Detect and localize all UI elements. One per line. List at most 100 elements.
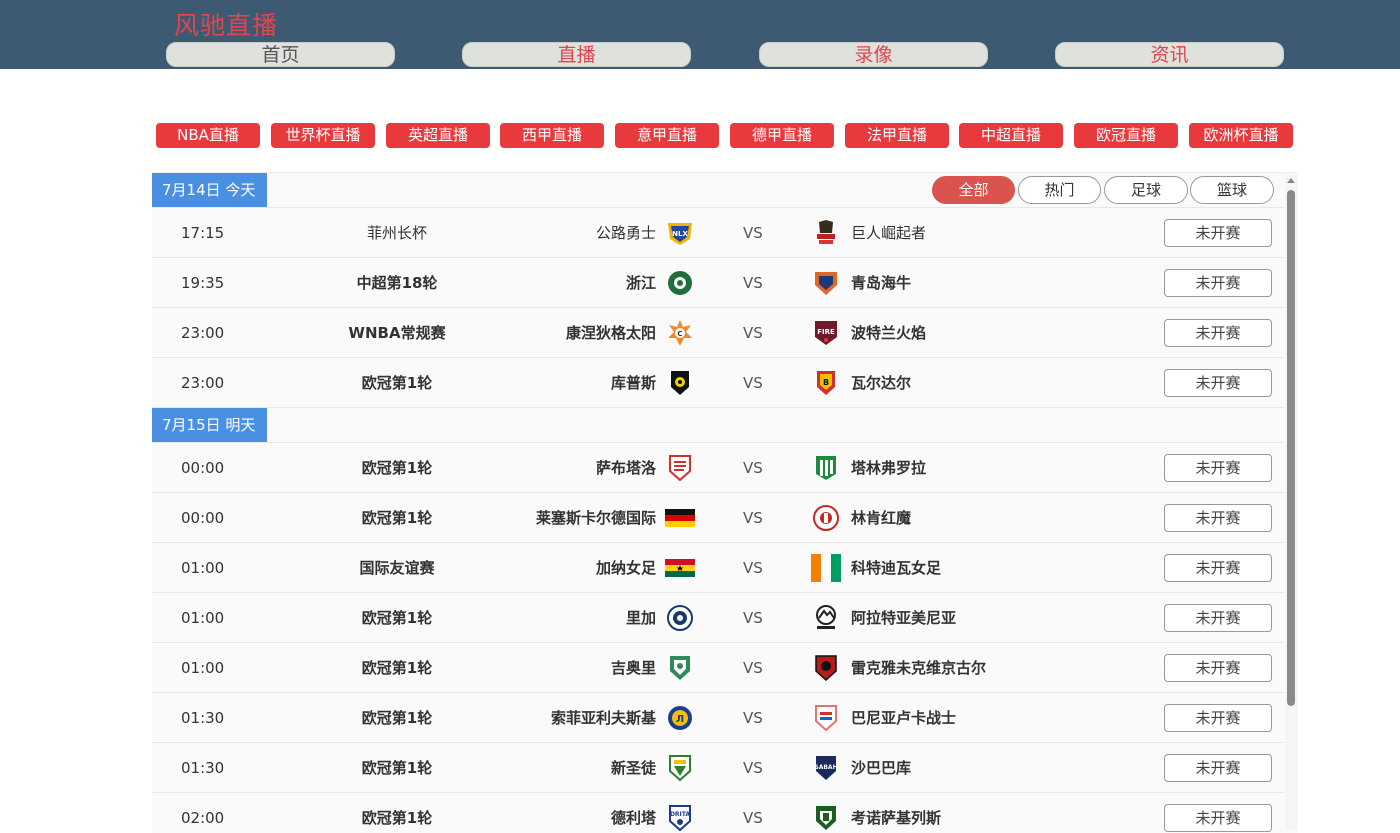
match-league: 中超第18轮	[356, 274, 438, 292]
nav-news[interactable]: 资讯	[1055, 42, 1284, 67]
vs-label: VS	[743, 759, 763, 777]
match-league: 欧冠第1轮	[361, 659, 433, 677]
match-row[interactable]: 23:00 欧冠第1轮 库普斯 VS B 瓦尔达尔 未开赛	[152, 358, 1284, 408]
drita-logo-icon: DRITA	[665, 804, 695, 832]
match-status-button[interactable]: 未开赛	[1164, 654, 1272, 682]
filter-hot[interactable]: 热门	[1018, 176, 1101, 204]
match-row[interactable]: 00:00 欧冠第1轮 莱塞斯卡尔德国际 VS 林肯红魔 未开赛	[152, 493, 1284, 543]
levski-sofia-logo-icon: Л	[665, 704, 695, 732]
nav-live[interactable]: 直播	[462, 42, 691, 67]
away-team: 青岛海牛	[851, 274, 912, 292]
match-row[interactable]: 01:00 欧冠第1轮 吉奥里 VS 雷克雅未克维京古尔 未开赛	[152, 643, 1284, 693]
match-status-button[interactable]: 未开赛	[1164, 319, 1272, 347]
svg-text:Л: Л	[676, 714, 684, 725]
home-team: 索菲亚利夫斯基	[550, 709, 656, 727]
zalgiris-logo-icon	[811, 804, 841, 832]
match-league: 菲州长杯	[366, 224, 427, 242]
match-row[interactable]: 00:00 欧冠第1轮 萨布塔洛 VS 塔林弗罗拉 未开赛	[152, 443, 1284, 493]
gyori-logo-icon	[665, 654, 695, 682]
connecticut-sun-logo-icon: C	[665, 319, 695, 347]
match-time: 01:00	[181, 659, 225, 677]
scrollbar-thumb[interactable]	[1287, 190, 1295, 706]
schedule-scrollbar[interactable]	[1285, 174, 1297, 830]
match-time: 01:00	[181, 559, 225, 577]
home-team: 吉奥里	[610, 659, 656, 677]
match-status-button[interactable]: 未开赛	[1164, 454, 1272, 482]
flora-tallinn-logo-icon	[811, 454, 841, 482]
match-row[interactable]: 17:15 菲州长杯 公路勇士 NLX VS 巨人崛起者 未开赛	[152, 208, 1284, 258]
match-league: 欧冠第1轮	[361, 709, 433, 727]
away-team: 考诺萨基列斯	[851, 809, 942, 827]
ivory-coast-flag-icon	[811, 554, 841, 582]
category-nba[interactable]: NBA直播	[156, 123, 260, 148]
match-league: 欧冠第1轮	[361, 609, 433, 627]
home-team: 库普斯	[610, 374, 656, 392]
svg-text:C: C	[677, 330, 682, 338]
match-league: 欧冠第1轮	[361, 459, 433, 477]
match-row[interactable]: 01:00 国际友谊赛 加纳女足 VS 科特迪瓦女足 未开赛	[152, 543, 1284, 593]
category-ligue1[interactable]: 法甲直播	[845, 123, 949, 148]
home-team: 萨布塔洛	[595, 459, 656, 477]
category-laliga[interactable]: 西甲直播	[500, 123, 604, 148]
away-team: 巨人崛起者	[851, 224, 927, 242]
away-team: 阿拉特亚美尼亚	[851, 609, 957, 627]
site-brand[interactable]: 风驰直播	[174, 6, 278, 42]
borac-banja-luka-logo-icon	[811, 704, 841, 732]
match-row[interactable]: 01:30 欧冠第1轮 索菲亚利夫斯基 Л VS 巴尼亚卢卡战士 未开赛	[152, 693, 1284, 743]
vs-label: VS	[743, 509, 763, 527]
home-team: 康涅狄格太阳	[565, 324, 656, 342]
away-team: 巴尼亚卢卡战士	[851, 709, 957, 727]
scroll-up-arrow-icon[interactable]	[1287, 178, 1295, 183]
category-ucl[interactable]: 欧冠直播	[1074, 123, 1178, 148]
filter-all[interactable]: 全部	[932, 176, 1015, 204]
match-row[interactable]: 01:30 欧冠第1轮 新圣徒 VS SABAH 沙巴巴库 未开赛	[152, 743, 1284, 793]
sabah-logo-icon: SABAH	[811, 754, 841, 782]
match-status-button[interactable]: 未开赛	[1164, 554, 1272, 582]
category-bundesliga[interactable]: 德甲直播	[730, 123, 834, 148]
vs-label: VS	[743, 274, 763, 292]
filter-basketball[interactable]: 篮球	[1190, 176, 1274, 204]
nav-replay[interactable]: 录像	[759, 42, 988, 67]
date-header-tomorrow: 7月15日 明天	[152, 408, 267, 442]
category-seriea[interactable]: 意甲直播	[615, 123, 719, 148]
away-team: 波特兰火焰	[851, 324, 927, 342]
lincoln-red-imps-logo-icon	[811, 504, 841, 532]
vikingur-logo-icon	[811, 654, 841, 682]
schedule-panel: 7月14日 今天 全部 热门 足球 篮球 17:15 菲州长杯 公路勇士 NLX…	[152, 172, 1298, 833]
match-status-button[interactable]: 未开赛	[1164, 219, 1272, 247]
match-league: WNBA常规赛	[348, 324, 446, 342]
match-league: 欧冠第1轮	[361, 374, 433, 392]
match-status-button[interactable]: 未开赛	[1164, 269, 1272, 297]
away-team: 沙巴巴库	[851, 759, 912, 777]
filter-football[interactable]: 足球	[1104, 176, 1188, 204]
vs-label: VS	[743, 809, 763, 827]
match-status-button[interactable]: 未开赛	[1164, 804, 1272, 832]
match-row[interactable]: 02:00 欧冠第1轮 德利塔 DRITA VS 考诺萨基列斯 未开赛	[152, 793, 1284, 833]
vs-label: VS	[743, 609, 763, 627]
match-status-button[interactable]: 未开赛	[1164, 504, 1272, 532]
match-status-button[interactable]: 未开赛	[1164, 369, 1272, 397]
match-row[interactable]: 19:35 中超第18轮 浙江 VS 青岛海牛 未开赛	[152, 258, 1284, 308]
category-euro[interactable]: 欧洲杯直播	[1189, 123, 1293, 148]
vs-label: VS	[743, 559, 763, 577]
match-status-button[interactable]: 未开赛	[1164, 704, 1272, 732]
saburtalo-logo-icon	[665, 454, 695, 482]
vardar-logo-icon: B	[811, 369, 841, 397]
match-status-button[interactable]: 未开赛	[1164, 604, 1272, 632]
the-new-saints-logo-icon	[665, 754, 695, 782]
category-worldcup[interactable]: 世界杯直播	[271, 123, 375, 148]
category-csl[interactable]: 中超直播	[959, 123, 1063, 148]
nav-home[interactable]: 首页	[166, 42, 395, 67]
match-league: 欧冠第1轮	[361, 509, 433, 527]
match-league: 欧冠第1轮	[361, 759, 433, 777]
match-league: 国际友谊赛	[359, 559, 435, 577]
svg-text:FIRE: FIRE	[817, 328, 835, 336]
match-row[interactable]: 01:00 欧冠第1轮 里加 VS 阿拉特亚美尼亚 未开赛	[152, 593, 1284, 643]
svg-text:SABAH: SABAH	[814, 764, 837, 771]
match-row[interactable]: 23:00 WNBA常规赛 康涅狄格太阳 C VS FIRE 波特兰火焰 未开赛	[152, 308, 1284, 358]
match-status-button[interactable]: 未开赛	[1164, 754, 1272, 782]
date-header-today: 7月14日 今天	[152, 173, 267, 207]
svg-text:B: B	[823, 378, 829, 387]
match-time: 02:00	[181, 809, 225, 827]
category-epl[interactable]: 英超直播	[386, 123, 490, 148]
